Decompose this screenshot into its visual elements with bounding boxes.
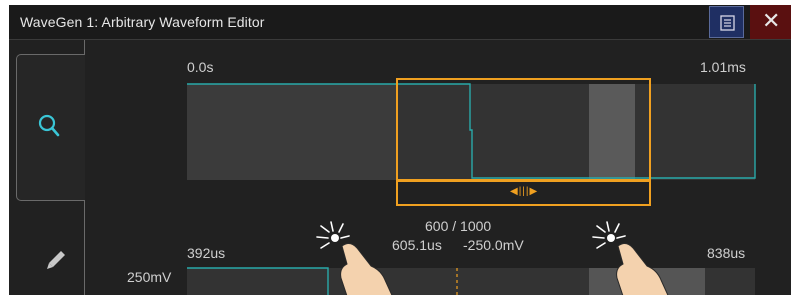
window-title: WaveGen 1: Arbitrary Waveform Editor bbox=[20, 14, 265, 30]
tab-draw[interactable] bbox=[16, 200, 85, 295]
close-icon: ✕ bbox=[762, 8, 781, 33]
pencil-icon bbox=[47, 251, 65, 269]
touch-point-left-icon bbox=[316, 221, 393, 295]
close-button[interactable]: ✕ bbox=[750, 5, 791, 39]
magnifier-icon bbox=[38, 114, 60, 137]
touch-gesture-overlay bbox=[316, 221, 669, 295]
list-icon bbox=[720, 15, 735, 31]
menu-button[interactable] bbox=[709, 6, 744, 38]
title-bar: WaveGen 1: Arbitrary Waveform Editor ✕ bbox=[9, 5, 791, 40]
waveform-editor-window: WaveGen 1: Arbitrary Waveform Editor ✕ 0… bbox=[9, 5, 791, 295]
tab-zoom[interactable] bbox=[16, 54, 85, 201]
editor-area: 0.0s 1.01ms ◀|||▶ 600 / 1000 605.1us -25… bbox=[85, 40, 791, 295]
touch-point-right-icon bbox=[592, 221, 669, 295]
sidebar bbox=[9, 40, 85, 295]
